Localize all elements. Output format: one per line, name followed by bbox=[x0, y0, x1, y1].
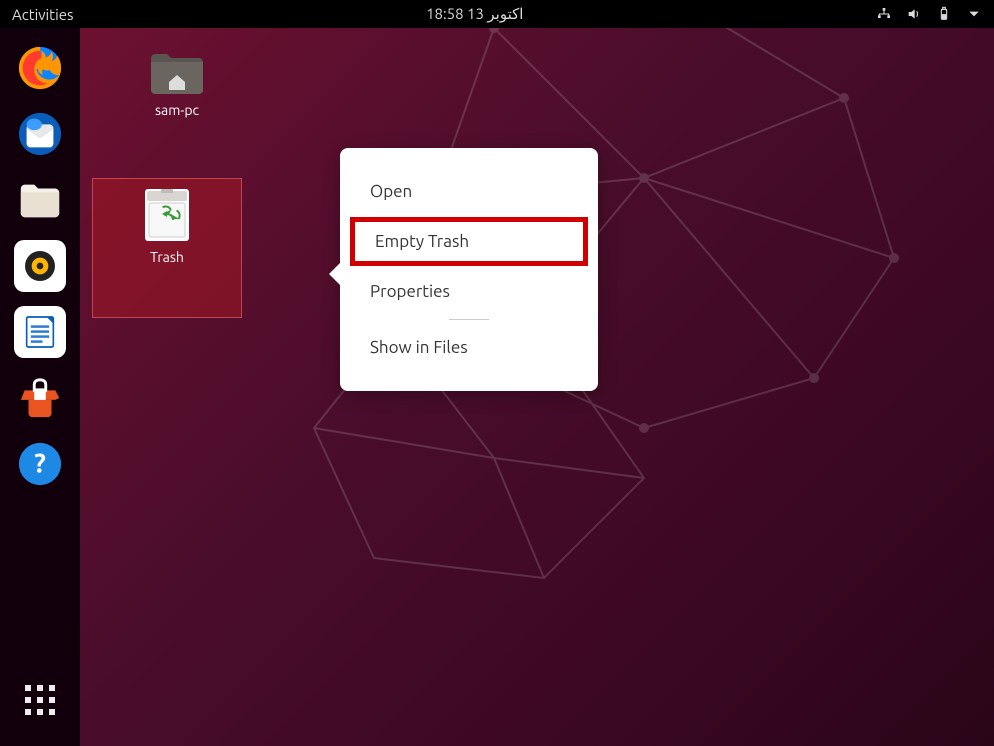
dock-libreoffice-writer[interactable] bbox=[14, 306, 66, 358]
folder-home-icon bbox=[149, 48, 205, 96]
dock-files[interactable] bbox=[14, 174, 66, 226]
show-applications-button[interactable] bbox=[14, 674, 66, 726]
datetime-label[interactable]: اكتوبر 13 18:58 bbox=[74, 5, 876, 23]
context-show-in-files[interactable]: Show in Files bbox=[340, 326, 598, 369]
network-icon[interactable] bbox=[876, 6, 892, 22]
svg-text:?: ? bbox=[34, 449, 46, 479]
desktop-icon-label: sam-pc bbox=[132, 102, 222, 118]
context-empty-trash[interactable]: Empty Trash bbox=[350, 217, 588, 266]
dock-help[interactable]: ? bbox=[14, 438, 66, 490]
trash-icon bbox=[145, 189, 189, 241]
activities-button[interactable]: Activities bbox=[12, 6, 74, 23]
dock-thunderbird[interactable] bbox=[14, 108, 66, 160]
desktop-icon-trash-selected[interactable]: Trash bbox=[92, 178, 242, 318]
dock: ? bbox=[0, 28, 80, 746]
desktop-icon-home[interactable]: sam-pc bbox=[132, 48, 222, 118]
context-separator bbox=[449, 319, 489, 320]
volume-icon[interactable] bbox=[906, 6, 922, 22]
context-properties[interactable]: Properties bbox=[340, 270, 598, 313]
system-menu-chevron-icon[interactable] bbox=[966, 6, 982, 22]
battery-icon[interactable] bbox=[936, 6, 952, 22]
desktop-icon-trash[interactable]: Trash bbox=[93, 179, 241, 265]
dock-ubuntu-software[interactable] bbox=[14, 372, 66, 424]
context-open[interactable]: Open bbox=[340, 170, 598, 213]
dock-firefox[interactable] bbox=[14, 42, 66, 94]
top-bar: Activities اكتوبر 13 18:58 bbox=[0, 0, 994, 28]
desktop-icon-label: Trash bbox=[93, 249, 241, 265]
desktop[interactable]: sam-pc Trash Open Empty Trash Properties… bbox=[80, 28, 994, 746]
context-menu: Open Empty Trash Properties Show in File… bbox=[340, 148, 598, 391]
dock-rhythmbox[interactable] bbox=[14, 240, 66, 292]
